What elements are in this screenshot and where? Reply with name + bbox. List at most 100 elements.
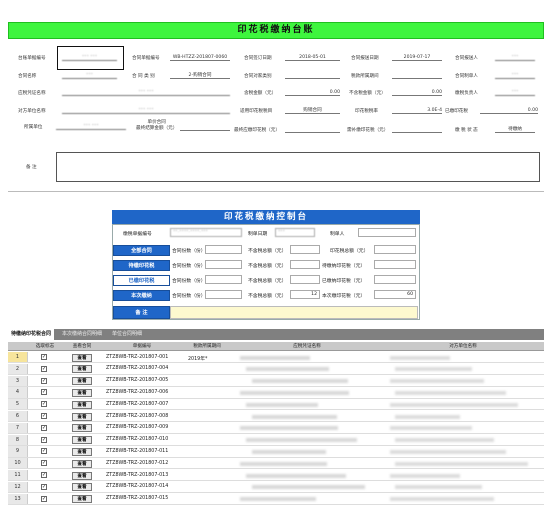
table-row[interactable]: 13 ✓ 查看 ZTZ8WB-TRZ-201807-015 <box>8 493 544 505</box>
row1-count-cell[interactable] <box>205 245 242 254</box>
amount-ex-value[interactable]: 0.00 <box>392 89 442 96</box>
table-row[interactable]: 3 ✓ 查看 ZTZ8WB-TRZ-201807-005 <box>8 375 544 387</box>
contract-name-value[interactable]: *** <box>62 72 117 79</box>
table-row[interactable]: 1 ✓ 查看 ZTZ8WB-TRZ-201807-001 2019年* <box>8 352 544 364</box>
voucher-value[interactable]: *** *** <box>62 89 230 96</box>
contract-type-value[interactable]: 2-购销合同 <box>170 72 230 79</box>
view-contract-button[interactable]: 查看 <box>72 447 92 456</box>
row2-tax-cell[interactable] <box>374 260 416 269</box>
view-contract-button[interactable]: 查看 <box>72 377 92 386</box>
table-row[interactable]: 5 ✓ 查看 ZTZ8WB-TRZ-201807-007 <box>8 399 544 411</box>
row-number: 9 <box>8 446 28 457</box>
view-contract-button[interactable]: 查看 <box>72 365 92 374</box>
refund-value[interactable] <box>392 126 442 133</box>
tax-item-value[interactable]: 购销合同 <box>285 107 340 114</box>
grid-header: 选取标志 查看合同 单据编号 税款所属期间 应税凭证名称 对方单位名称 <box>8 342 544 351</box>
row4-tax-cell[interactable]: 60 <box>374 290 416 299</box>
select-checkbox[interactable]: ✓ <box>41 401 47 408</box>
table-row[interactable]: 11 ✓ 查看 ZTZ8WB-TRZ-201807-013 <box>8 470 544 482</box>
view-contract-button[interactable]: 查看 <box>72 400 92 409</box>
table-row[interactable]: 4 ✓ 查看 ZTZ8WB-TRZ-201807-006 <box>8 387 544 399</box>
cp-note-input[interactable] <box>170 306 418 319</box>
row-number: 8 <box>8 434 28 445</box>
view-contract-button[interactable]: 查看 <box>72 424 92 433</box>
row-number: 2 <box>8 363 28 375</box>
all-contracts-button[interactable]: 全部合同 <box>113 245 170 256</box>
basis-value[interactable] <box>180 124 230 131</box>
paid-tax-value[interactable]: 0.00 <box>480 107 538 114</box>
voucher-cell-redacted <box>252 379 348 384</box>
report-date-value[interactable]: 2019-07-17 <box>392 54 442 61</box>
select-checkbox[interactable]: ✓ <box>41 389 47 396</box>
row2-count-cell[interactable] <box>205 260 242 269</box>
sign-date-value[interactable]: 2018-05-01 <box>285 54 340 61</box>
view-contract-button[interactable]: 查看 <box>72 436 92 445</box>
view-contract-button[interactable]: 查看 <box>72 388 92 397</box>
view-contract-button[interactable]: 查看 <box>72 471 92 480</box>
owner-value[interactable]: *** <box>495 89 535 96</box>
party-value[interactable]: *** *** <box>62 107 230 114</box>
table-row[interactable]: 8 ✓ 查看 ZTZ8WB-TRZ-201807-010 <box>8 434 544 446</box>
contract-no-value[interactable]: WB-HTZZ-201807-0060 <box>170 54 230 61</box>
select-checkbox[interactable]: ✓ <box>41 495 47 502</box>
bill-no-cell: ZTZ8WB-TRZ-201807-015 <box>106 496 169 502</box>
select-checkbox[interactable]: ✓ <box>41 354 47 360</box>
voucher-cell-redacted <box>252 485 365 490</box>
view-contract-button[interactable]: 查看 <box>72 459 92 468</box>
row1-ex-cell[interactable] <box>290 245 320 254</box>
select-checkbox[interactable]: ✓ <box>41 448 47 455</box>
row3-tax-cell[interactable] <box>374 275 416 284</box>
tax-rate-value[interactable]: 3.0E-4 <box>392 107 442 114</box>
status-value[interactable]: 待缴纳 <box>495 126 535 133</box>
row3-ex-cell[interactable] <box>290 275 320 284</box>
view-contract-button[interactable]: 查看 <box>72 412 92 421</box>
col-period: 税款所属期间 <box>193 344 221 349</box>
row2-ex-cell[interactable] <box>290 260 320 269</box>
reporter-value[interactable]: *** <box>495 54 535 61</box>
table-row[interactable]: 2 ✓ 查看 ZTZ8WB-TRZ-201807-004 <box>8 363 544 376</box>
bill-no-value[interactable]: **-****-****-*** <box>170 228 242 237</box>
select-checkbox[interactable]: ✓ <box>41 377 47 384</box>
row-number: 10 <box>8 458 28 469</box>
view-contract-button[interactable]: 查看 <box>72 495 92 504</box>
unit-value[interactable]: *** *** <box>56 123 126 130</box>
tax-period-label: 税款所属期间 <box>351 74 379 79</box>
view-contract-button[interactable]: 查看 <box>72 483 92 492</box>
voucher-cell-redacted <box>252 449 326 454</box>
party-cell-redacted <box>390 449 506 454</box>
make-date-value[interactable]: *** <box>275 228 315 237</box>
tab-unit-details[interactable]: 单位合同明细 <box>112 329 142 340</box>
table-row[interactable]: 12 ✓ 查看 ZTZ8WB-TRZ-201807-014 <box>8 481 544 494</box>
table-row[interactable]: 6 ✓ 查看 ZTZ8WB-TRZ-201807-008 <box>8 411 544 423</box>
ledger-note-input[interactable] <box>56 152 540 182</box>
select-checkbox[interactable]: ✓ <box>41 413 47 419</box>
table-row[interactable]: 10 ✓ 查看 ZTZ8WB-TRZ-201807-012 <box>8 458 544 470</box>
row4-ex-cell[interactable]: 12 <box>290 290 320 299</box>
tab-pending-contracts[interactable]: 待缴纳印花税合同 <box>8 329 55 340</box>
counterparty-type-value[interactable] <box>285 72 340 79</box>
table-row[interactable]: 9 ✓ 查看 ZTZ8WB-TRZ-201807-011 <box>8 446 544 458</box>
amount-value[interactable]: 0.00 <box>285 89 340 96</box>
view-contract-button[interactable]: 查看 <box>72 353 92 362</box>
cp-maker-label: 制单人 <box>330 232 345 237</box>
select-checkbox[interactable]: ✓ <box>41 365 47 372</box>
ledger-no-value[interactable]: *** *** <box>62 54 117 61</box>
select-checkbox[interactable]: ✓ <box>41 460 47 467</box>
pending-tax-button[interactable]: 待缴印花税 <box>113 260 170 271</box>
table-row[interactable]: 7 ✓ 查看 ZTZ8WB-TRZ-201807-009 <box>8 422 544 435</box>
tax-period-value[interactable] <box>392 72 442 79</box>
paid-tax-button[interactable]: 已缴印花税 <box>113 275 170 286</box>
select-checkbox[interactable]: ✓ <box>41 436 47 443</box>
final-tax-value[interactable] <box>285 126 340 133</box>
row3-count-cell[interactable] <box>205 275 242 284</box>
bill-no-cell: ZTZ8WB-TRZ-201807-006 <box>106 389 169 395</box>
row1-tax-cell[interactable] <box>374 245 416 254</box>
select-checkbox[interactable]: ✓ <box>41 483 47 490</box>
maker-value[interactable]: *** <box>495 72 535 79</box>
row4-count-cell[interactable] <box>205 290 242 299</box>
select-checkbox[interactable]: ✓ <box>41 424 47 431</box>
current-pay-button[interactable]: 本次缴纳 <box>113 290 170 301</box>
tab-current-details[interactable]: 本次缴纳合同明细 <box>62 329 102 340</box>
cp-maker-value[interactable] <box>358 228 416 237</box>
select-checkbox[interactable]: ✓ <box>41 472 47 478</box>
